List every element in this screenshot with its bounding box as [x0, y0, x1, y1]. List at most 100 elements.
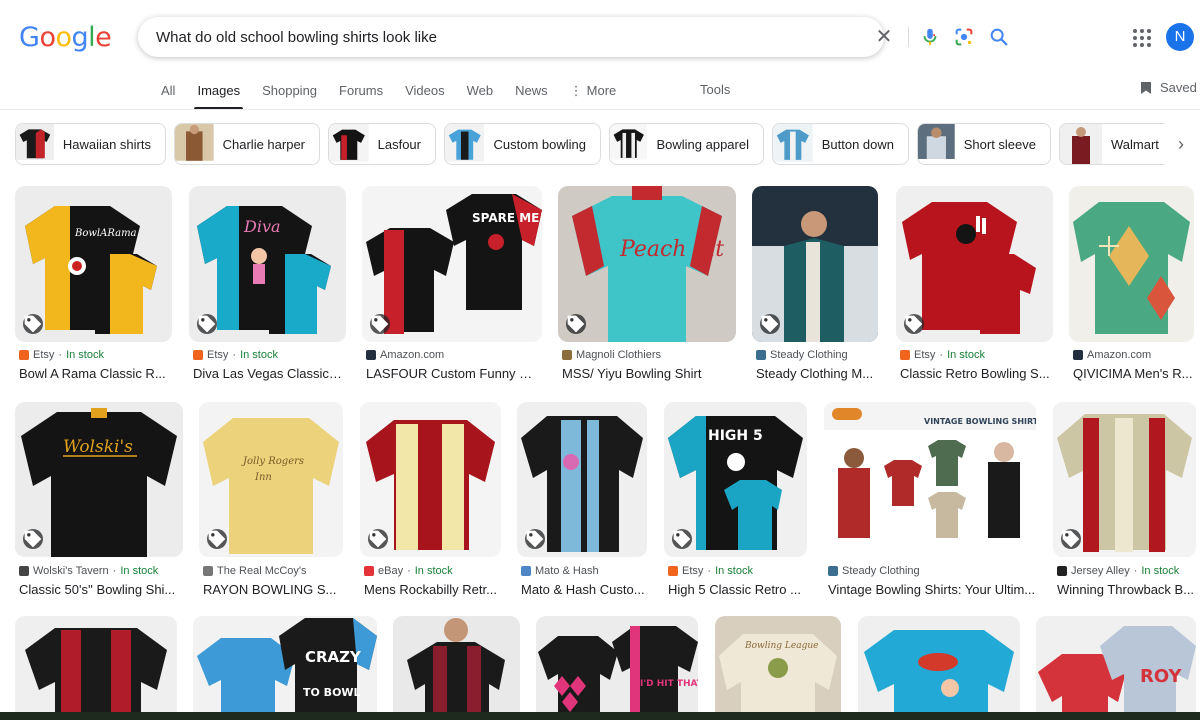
result-source: Steady Clothing	[756, 349, 848, 361]
source-name: Etsy	[682, 565, 704, 577]
result-title[interactable]: LASFOUR Custom Funny B...	[366, 366, 538, 381]
source-name: Etsy	[33, 349, 55, 361]
result-source: Jersey Alley · In stock	[1057, 565, 1179, 577]
svg-text:Bowling League: Bowling League	[744, 641, 818, 651]
result-source: The Real McCoy's	[203, 565, 307, 577]
stock-status: In stock	[66, 349, 104, 361]
image-text: Wolski's	[63, 437, 133, 457]
tag-icon	[672, 529, 692, 549]
result-source: eBay · In stock	[364, 565, 453, 577]
amazon-icon	[1073, 350, 1083, 360]
svg-text:Inn: Inn	[254, 472, 272, 483]
tag-icon	[23, 314, 43, 334]
result-image[interactable]: I'D HIT THAT	[536, 616, 698, 720]
result-image[interactable]	[752, 186, 878, 342]
result-image[interactable]: VINTAGE BOWLING SHIRTS!	[824, 402, 1036, 549]
result-image[interactable]: Peach Pit	[558, 186, 736, 342]
stock-status: In stock	[414, 565, 453, 577]
result-image[interactable]	[896, 186, 1053, 342]
result-source: Etsy · In stock	[900, 349, 985, 361]
source-name: Magnoli Clothiers	[576, 349, 661, 361]
tag-icon	[370, 314, 390, 334]
result-image[interactable]	[517, 402, 647, 557]
result-image[interactable]	[858, 616, 1020, 720]
result-title[interactable]: Mato & Hash Custo...	[521, 582, 649, 597]
image-results-grid: BowlARama Etsy · In stock Bowl A Rama Cl…	[0, 0, 1200, 720]
etsy-icon	[19, 350, 29, 360]
matohash-icon	[521, 566, 531, 576]
taskbar-edge	[0, 712, 1200, 720]
svg-text:Jolly Rogers: Jolly Rogers	[241, 456, 304, 467]
result-image[interactable]: Bowling League	[715, 616, 841, 720]
stock-status: In stock	[947, 349, 985, 361]
tag-icon	[23, 529, 43, 549]
result-title[interactable]: Classic 50's'' Bowling Shi...	[19, 582, 184, 597]
source-name: Amazon.com	[1087, 349, 1152, 361]
result-image[interactable]: ROY	[1036, 616, 1196, 720]
result-image[interactable]	[360, 402, 501, 557]
image-text: VINTAGE BOWLING SHIRTS!	[924, 417, 1036, 426]
result-source: Wolski's Tavern · In stock	[19, 565, 158, 577]
result-source: Etsy · In stock	[668, 565, 753, 577]
source-name: eBay	[378, 565, 404, 577]
tag-icon	[1061, 529, 1081, 549]
result-title[interactable]: Diva Las Vegas Classic ...	[193, 366, 343, 381]
result-title[interactable]: RAYON BOWLING S...	[203, 582, 343, 597]
result-title[interactable]: QIVICIMA Men's R...	[1073, 366, 1197, 381]
tag-icon	[525, 529, 545, 549]
result-image[interactable]	[1053, 402, 1196, 557]
result-title[interactable]: Classic Retro Bowling S...	[900, 366, 1052, 381]
result-image[interactable]: Jolly Rogers Inn	[199, 402, 343, 557]
result-title[interactable]: High 5 Classic Retro ...	[668, 582, 808, 597]
source-name: Wolski's Tavern	[33, 565, 109, 577]
result-source: Steady Clothing	[828, 565, 920, 577]
tag-icon	[760, 314, 780, 334]
result-title[interactable]: Bowl A Rama Classic R...	[19, 366, 169, 381]
svg-text:BowlARama: BowlARama	[74, 228, 137, 239]
result-source: Amazon.com	[366, 349, 444, 361]
result-image[interactable]: BowlARama	[15, 186, 172, 342]
stock-status: In stock	[120, 565, 159, 577]
tag-icon	[566, 314, 586, 334]
result-title[interactable]: Winning Throwback B...	[1057, 582, 1197, 597]
svg-text:Diva: Diva	[243, 217, 281, 236]
etsy-icon	[900, 350, 910, 360]
steady-icon	[756, 350, 766, 360]
svg-text:ROY: ROY	[1140, 666, 1183, 687]
result-source: Amazon.com	[1073, 349, 1151, 361]
image-text: Peach Pit	[619, 237, 724, 262]
tag-icon	[904, 314, 924, 334]
result-source: Mato & Hash	[521, 565, 599, 577]
image-text: CRAZY	[305, 648, 362, 666]
tag-icon	[368, 529, 388, 549]
result-source: Etsy · In stock	[19, 349, 104, 361]
etsy-icon	[193, 350, 203, 360]
stock-status: In stock	[1141, 565, 1180, 577]
result-title[interactable]: Vintage Bowling Shirts: Your Ultim...	[828, 582, 1040, 597]
result-source: Etsy · In stock	[193, 349, 278, 361]
result-image[interactable]: Diva	[189, 186, 346, 342]
source-name: Etsy	[914, 349, 936, 361]
result-image[interactable]	[393, 616, 520, 720]
magnoli-icon	[562, 350, 572, 360]
result-title[interactable]: Steady Clothing M...	[756, 366, 881, 381]
etsy-icon	[668, 566, 678, 576]
result-title[interactable]: Mens Rockabilly Retr...	[364, 582, 504, 597]
tag-icon	[197, 314, 217, 334]
image-text: I'D HIT THAT	[640, 679, 698, 689]
image-text: HIGH 5	[708, 428, 763, 444]
result-image[interactable]: SPARE ME!	[362, 186, 542, 342]
steady-icon	[828, 566, 838, 576]
image-text: TO BOWL	[303, 686, 361, 699]
mccoys-icon	[203, 566, 213, 576]
result-image[interactable]: CRAZY TO BOWL	[193, 616, 377, 720]
wolski-icon	[19, 566, 29, 576]
result-image[interactable]	[15, 616, 177, 720]
source-name: Amazon.com	[380, 349, 445, 361]
result-image[interactable]: Wolski's	[15, 402, 183, 557]
ebay-icon	[364, 566, 374, 576]
result-image[interactable]: HIGH 5	[664, 402, 807, 557]
image-text: SPARE ME!	[472, 211, 542, 225]
result-title[interactable]: MSS/ Yiyu Bowling Shirt	[562, 366, 734, 381]
result-image[interactable]	[1069, 186, 1194, 342]
